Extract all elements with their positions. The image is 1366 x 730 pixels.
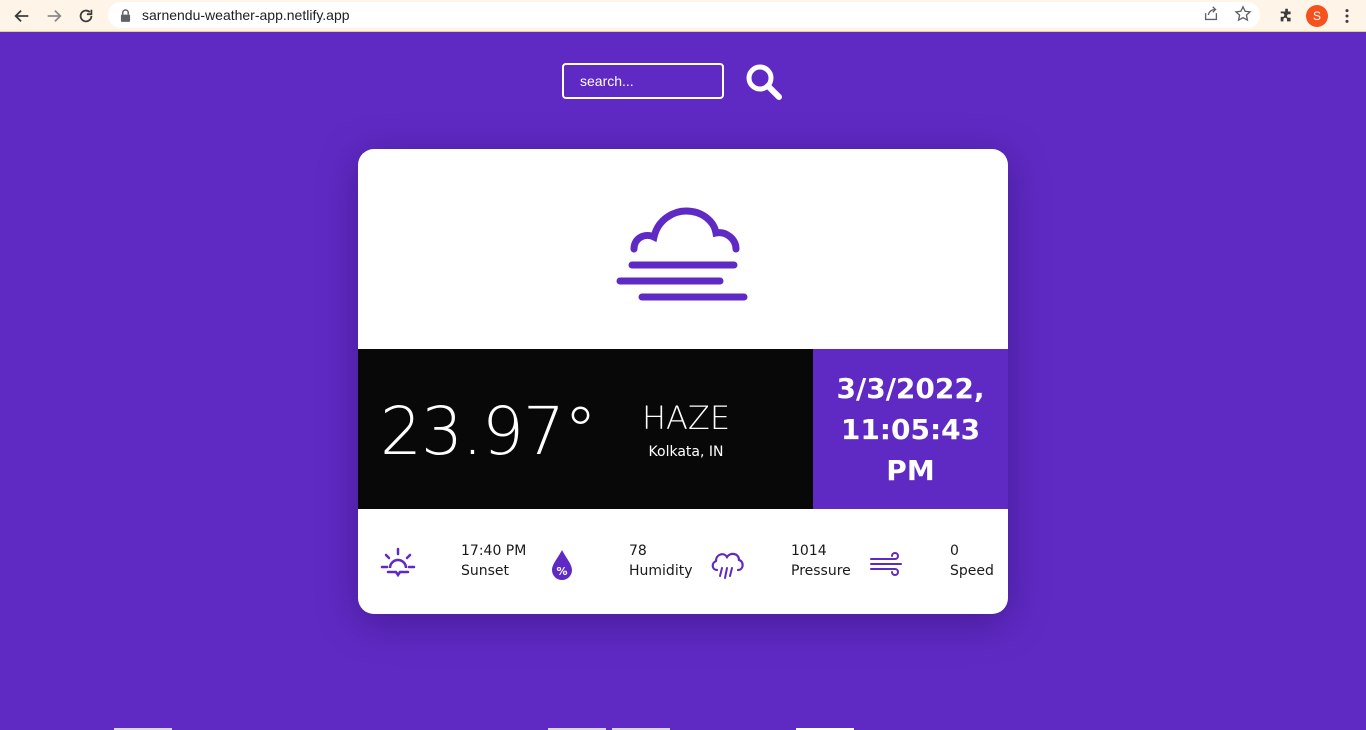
location-text: Kolkata, IN (648, 444, 724, 460)
share-icon[interactable] (1202, 5, 1220, 23)
wind-label: Speed (950, 563, 994, 579)
pressure-label: Pressure (791, 563, 851, 579)
pressure-icon (711, 552, 744, 579)
wind-value: 0 (950, 543, 959, 559)
temperature-panel: 23.97° HAZE Kolkata, IN (358, 349, 813, 509)
sunset-value: 17:40 PM (461, 543, 527, 559)
lock-icon (120, 8, 132, 22)
svg-text:%: % (556, 565, 567, 578)
search-bar (562, 63, 782, 100)
reload-icon (79, 9, 93, 22)
wind-icon (870, 552, 902, 576)
bookmark-star-icon[interactable] (1234, 5, 1252, 23)
forward-button[interactable] (38, 0, 70, 32)
arrow-left-icon (14, 9, 29, 22)
date-text: 3/3/2022, (836, 371, 985, 405)
url-text: sarnendu-weather-app.netlify.app (142, 7, 350, 23)
weather-summary: 23.97° HAZE Kolkata, IN 3/3/2022, 11:05:… (358, 349, 1008, 509)
pressure-value: 1014 (791, 543, 827, 559)
browser-toolbar: sarnendu-weather-app.netlify.app S (0, 0, 1366, 32)
temperature-value: 23.97° (380, 393, 597, 470)
sunset-icon (380, 547, 416, 578)
back-button[interactable] (6, 0, 38, 32)
humidity-value: 78 (629, 543, 647, 559)
search-icon (746, 64, 782, 100)
stat-pressure: 1014 Pressure (710, 541, 851, 582)
search-button[interactable] (743, 61, 785, 103)
weather-stats: 17:40 PM Sunset % 78 Humidity 1014 Press… (358, 509, 1008, 614)
stat-wind: 0 Speed (869, 541, 994, 582)
humidity-icon: % (552, 550, 572, 580)
weather-icon-area (358, 149, 1008, 349)
datetime-panel: 3/3/2022, 11:05:43 PM (813, 349, 1008, 509)
haze-icon (616, 207, 748, 301)
search-input[interactable] (562, 63, 724, 99)
sunset-label: Sunset (461, 563, 510, 579)
weather-card: 23.97° HAZE Kolkata, IN 3/3/2022, 11:05:… (358, 149, 1008, 614)
time-text: 11:05:43 PM (840, 412, 981, 487)
extensions-icon[interactable] (1278, 7, 1296, 25)
address-bar[interactable]: sarnendu-weather-app.netlify.app (108, 2, 1260, 28)
menu-kebab-icon[interactable] (1338, 7, 1356, 25)
arrow-right-icon (47, 9, 62, 22)
stat-sunset: 17:40 PM Sunset (380, 541, 526, 582)
weather-condition: HAZE (641, 399, 731, 437)
profile-avatar[interactable]: S (1306, 5, 1328, 27)
reload-button[interactable] (70, 0, 102, 32)
humidity-label: Humidity (629, 563, 693, 579)
stat-humidity: % 78 Humidity (548, 541, 692, 582)
